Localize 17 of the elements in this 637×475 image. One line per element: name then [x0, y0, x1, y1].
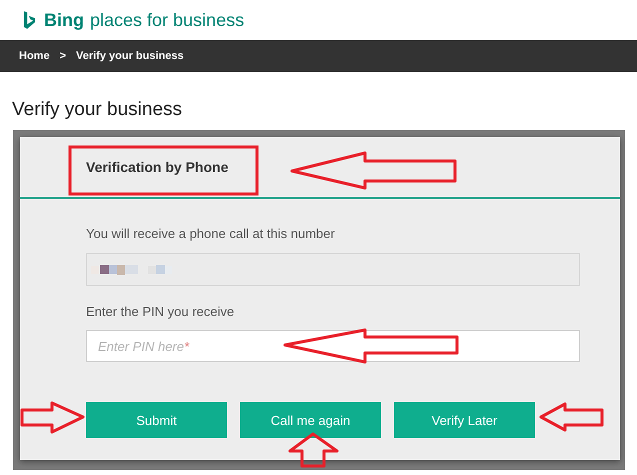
dialog-title: Verification by Phone — [86, 159, 228, 175]
page-title: Verify your business — [11, 98, 184, 122]
breadcrumb-link[interactable]: Verify your business — [76, 50, 184, 62]
arrow-annotation — [288, 432, 338, 468]
breadcrumb-separator: > — [60, 50, 66, 62]
bing-logo-icon — [23, 10, 36, 30]
action-button[interactable]: Submit — [86, 402, 227, 438]
phone-label: You will receive a phone call at this number — [86, 226, 335, 241]
brand-name[interactable]: Bing — [44, 10, 84, 30]
arrow-annotation — [20, 402, 84, 434]
breadcrumb-link[interactable]: Home — [19, 50, 50, 62]
pin-input-field[interactable]: Enter PIN here* — [86, 330, 580, 362]
brand-tagline: places for business — [90, 10, 244, 30]
pin-label: Enter the PIN you receive — [86, 304, 234, 319]
arrow-annotation — [540, 402, 604, 432]
action-button[interactable]: Verify Later — [394, 402, 535, 438]
action-button[interactable]: Call me again — [240, 402, 381, 438]
